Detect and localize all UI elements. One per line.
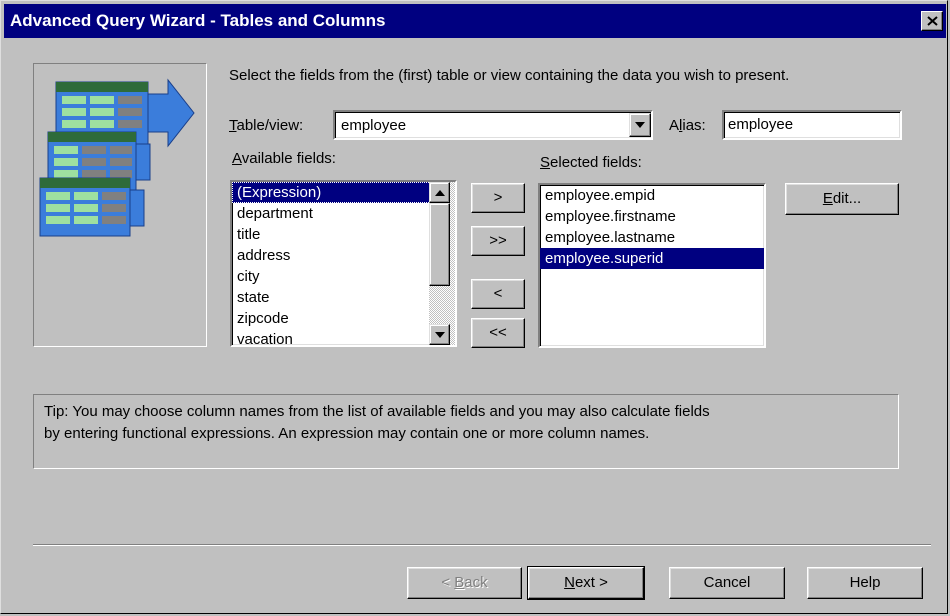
- selected-fields-label-text: elected fields:: [550, 154, 642, 171]
- back-label: ack: [464, 574, 488, 591]
- next-mnemonic: N: [564, 574, 575, 591]
- alias-label-pre: A: [669, 117, 680, 134]
- available-fields-mnemonic: A: [232, 150, 242, 167]
- alias-label-text: ias:: [682, 117, 706, 134]
- close-button[interactable]: [921, 11, 943, 31]
- instructions-text: Select the fields from the (first) table…: [229, 67, 790, 84]
- tip-line-1: Tip: You may choose column names from th…: [44, 403, 710, 420]
- back-button[interactable]: < Back: [407, 567, 522, 599]
- dropdown-arrow-icon: [635, 122, 645, 128]
- list-item[interactable]: employee.superid: [540, 248, 764, 269]
- title-bar[interactable]: Advanced Query Wizard - Tables and Colum…: [4, 4, 946, 38]
- list-item[interactable]: employee.firstname: [540, 206, 764, 227]
- back-pre: <: [441, 574, 455, 591]
- scroll-up-arrow-icon: [435, 190, 445, 196]
- scroll-down-arrow-icon: [435, 332, 445, 338]
- list-item[interactable]: vacation: [232, 329, 455, 345]
- list-item[interactable]: address: [232, 245, 455, 266]
- table-view-label: Table/view:: [229, 117, 303, 134]
- selected-fields-list[interactable]: employee.empid employee.firstname employ…: [538, 183, 766, 348]
- wizard-window: Advanced Query Wizard - Tables and Colum…: [0, 0, 948, 614]
- table-view-label-text: able/view:: [236, 117, 304, 134]
- edit-mnemonic: E: [822, 190, 833, 207]
- selected-fields-mnemonic: S: [540, 154, 551, 171]
- selected-fields-label: Selected fields:: [540, 154, 642, 171]
- table-view-value: employee: [341, 117, 407, 134]
- available-fields-list[interactable]: (Expression) department title address ci…: [230, 180, 457, 347]
- footer-separator: [33, 544, 931, 546]
- help-button[interactable]: Help: [807, 567, 923, 599]
- available-fields-label: Available fields:: [232, 150, 336, 167]
- list-item[interactable]: employee.lastname: [540, 227, 764, 248]
- alias-value: employee: [728, 116, 794, 133]
- scroll-thumb[interactable]: [429, 203, 450, 286]
- tables-wizard-icon: [39, 78, 195, 237]
- wizard-illustration-panel: [33, 63, 207, 347]
- alias-label: Alias:: [669, 117, 706, 134]
- back-mnemonic: B: [454, 574, 465, 591]
- list-item[interactable]: title: [232, 224, 455, 245]
- list-item[interactable]: employee.empid: [540, 185, 764, 206]
- scroll-down-button[interactable]: [429, 324, 450, 345]
- table-view-label-mnemonic: T: [229, 117, 237, 134]
- scroll-up-button[interactable]: [429, 182, 450, 203]
- add-field-button[interactable]: >: [471, 183, 525, 213]
- edit-label: dit...: [832, 190, 862, 207]
- available-fields-scrollbar[interactable]: [429, 182, 455, 345]
- table-view-dropdown-button[interactable]: [629, 113, 651, 137]
- edit-button[interactable]: Edit...: [785, 183, 899, 215]
- list-item[interactable]: state: [232, 287, 455, 308]
- alias-input[interactable]: employee: [722, 110, 902, 140]
- list-item[interactable]: department: [232, 203, 455, 224]
- table-view-combobox[interactable]: employee: [333, 110, 653, 140]
- list-item[interactable]: (Expression): [232, 182, 431, 203]
- cancel-button[interactable]: Cancel: [669, 567, 785, 599]
- add-all-fields-button[interactable]: >>: [471, 226, 525, 256]
- available-fields-label-text: vailable fields:: [241, 150, 336, 167]
- tip-box: Tip: You may choose column names from th…: [33, 394, 899, 469]
- close-icon: [927, 16, 938, 26]
- remove-all-fields-button[interactable]: <<: [471, 318, 525, 348]
- list-item[interactable]: zipcode: [232, 308, 455, 329]
- tip-line-2: by entering functional expressions. An e…: [44, 425, 650, 442]
- window-title: Advanced Query Wizard - Tables and Colum…: [10, 11, 386, 30]
- next-button[interactable]: Next >: [527, 566, 645, 600]
- list-item[interactable]: city: [232, 266, 455, 287]
- next-label: ext >: [574, 574, 608, 591]
- remove-field-button[interactable]: <: [471, 279, 525, 309]
